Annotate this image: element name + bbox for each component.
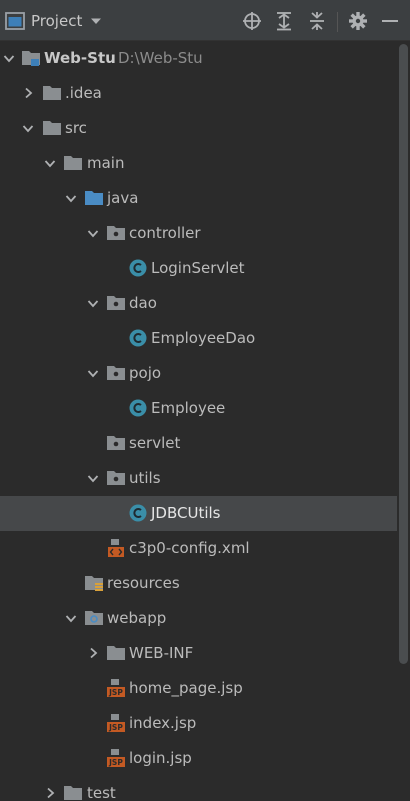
chevron-down-icon[interactable] <box>22 122 34 134</box>
tree-item-label: EmployeeDao <box>151 329 256 347</box>
tree-item-path: D:\Web-Stu <box>118 49 203 67</box>
chevron-right-icon[interactable] <box>22 87 34 99</box>
tree-item-java[interactable]: java <box>0 181 397 216</box>
tree-item-login-servlet[interactable]: LoginServlet <box>0 251 397 286</box>
package-icon <box>106 293 126 313</box>
web-folder-icon <box>84 608 104 628</box>
project-tree: Web-Stu D:\Web-Stu .idea src main java c… <box>0 41 397 801</box>
project-toolbar: Project <box>0 0 410 41</box>
minimize-icon[interactable] <box>379 10 401 32</box>
java-class-icon <box>128 258 148 278</box>
tree-item-label: dao <box>129 294 157 312</box>
tree-item-label: java <box>107 189 139 207</box>
folder-icon <box>42 118 62 138</box>
tree-item-label: c3p0-config.xml <box>129 539 250 557</box>
expand-all-icon[interactable] <box>273 10 295 32</box>
project-title: Project <box>31 12 83 30</box>
tree-item-label: src <box>65 119 87 137</box>
jsp-file-icon <box>106 678 126 698</box>
tree-item-employee-dao[interactable]: EmployeeDao <box>0 321 397 356</box>
chevron-down-icon[interactable] <box>65 192 77 204</box>
java-class-icon <box>128 503 148 523</box>
tree-item-label: resources <box>107 574 180 592</box>
tree-item-index[interactable]: index.jsp <box>0 706 397 741</box>
tree-item-test[interactable]: test <box>0 776 397 801</box>
chevron-down-icon[interactable] <box>87 297 99 309</box>
tree-item-label: main <box>87 154 125 172</box>
tree-item-label: Employee <box>151 399 226 417</box>
tree-item-idea[interactable]: .idea <box>0 76 397 111</box>
tree-item-employee[interactable]: Employee <box>0 391 397 426</box>
chevron-right-icon[interactable] <box>44 787 56 799</box>
tree-item-label: Web-Stu <box>44 49 116 67</box>
package-icon <box>106 223 126 243</box>
chevron-down-icon[interactable] <box>90 15 102 27</box>
tree-item-label: utils <box>129 469 161 487</box>
chevron-down-icon[interactable] <box>87 367 99 379</box>
tree-item-label: login.jsp <box>129 749 192 767</box>
tree-item-jdbc-utils[interactable]: JDBCUtils <box>0 496 397 531</box>
tree-item-label: JDBCUtils <box>151 504 221 522</box>
tree-item-c3p0-config[interactable]: c3p0-config.xml <box>0 531 397 566</box>
source-folder-icon <box>84 188 104 208</box>
tree-item-dao[interactable]: dao <box>0 286 397 321</box>
tree-item-login[interactable]: login.jsp <box>0 741 397 776</box>
tree-item-utils[interactable]: utils <box>0 461 397 496</box>
tree-item-label: webapp <box>107 609 167 627</box>
tree-item-src[interactable]: src <box>0 111 397 146</box>
tree-item-label: home_page.jsp <box>129 679 243 697</box>
locate-icon[interactable] <box>241 10 263 32</box>
xml-file-icon <box>106 538 126 558</box>
folder-icon <box>106 643 126 663</box>
tree-item-label: WEB-INF <box>129 644 194 662</box>
gear-icon[interactable] <box>347 10 369 32</box>
tree-item-main[interactable]: main <box>0 146 397 181</box>
toolbar-separator <box>337 12 338 32</box>
jsp-file-icon <box>106 713 126 733</box>
tree-item-label: test <box>87 784 116 801</box>
folder-icon <box>42 83 62 103</box>
folder-icon <box>63 783 83 801</box>
tree-item-resources[interactable]: resources <box>0 566 397 601</box>
tree-item-label: servlet <box>129 434 181 452</box>
tree-item-home-page[interactable]: home_page.jsp <box>0 671 397 706</box>
tree-item-label: index.jsp <box>129 714 197 732</box>
project-view-selector[interactable]: Project <box>4 8 102 34</box>
tree-item-label: controller <box>129 224 201 242</box>
project-window-icon <box>5 12 25 30</box>
tree-item-label: .idea <box>65 84 102 102</box>
tree-item-root[interactable]: Web-Stu D:\Web-Stu <box>0 41 397 76</box>
tree-item-servlet[interactable]: servlet <box>0 426 397 461</box>
chevron-down-icon[interactable] <box>87 472 99 484</box>
tree-item-controller[interactable]: controller <box>0 216 397 251</box>
jsp-file-icon <box>106 748 126 768</box>
tree-item-webapp[interactable]: webapp <box>0 601 397 636</box>
module-folder-icon <box>21 48 41 68</box>
package-icon <box>106 433 126 453</box>
folder-icon <box>63 153 83 173</box>
package-icon <box>106 363 126 383</box>
tree-item-web-inf[interactable]: WEB-INF <box>0 636 397 671</box>
chevron-down-icon[interactable] <box>3 52 15 64</box>
tree-item-label: LoginServlet <box>151 259 245 277</box>
tree-item-pojo[interactable]: pojo <box>0 356 397 391</box>
java-class-icon <box>128 398 148 418</box>
chevron-down-icon[interactable] <box>87 227 99 239</box>
chevron-down-icon[interactable] <box>65 612 77 624</box>
tree-item-label: pojo <box>129 364 162 382</box>
package-icon <box>106 468 126 488</box>
chevron-down-icon[interactable] <box>44 157 56 169</box>
resources-folder-icon <box>84 573 104 593</box>
scrollbar-thumb[interactable] <box>399 44 408 664</box>
java-class-icon <box>128 328 148 348</box>
chevron-right-icon[interactable] <box>87 647 99 659</box>
collapse-all-icon[interactable] <box>306 10 328 32</box>
